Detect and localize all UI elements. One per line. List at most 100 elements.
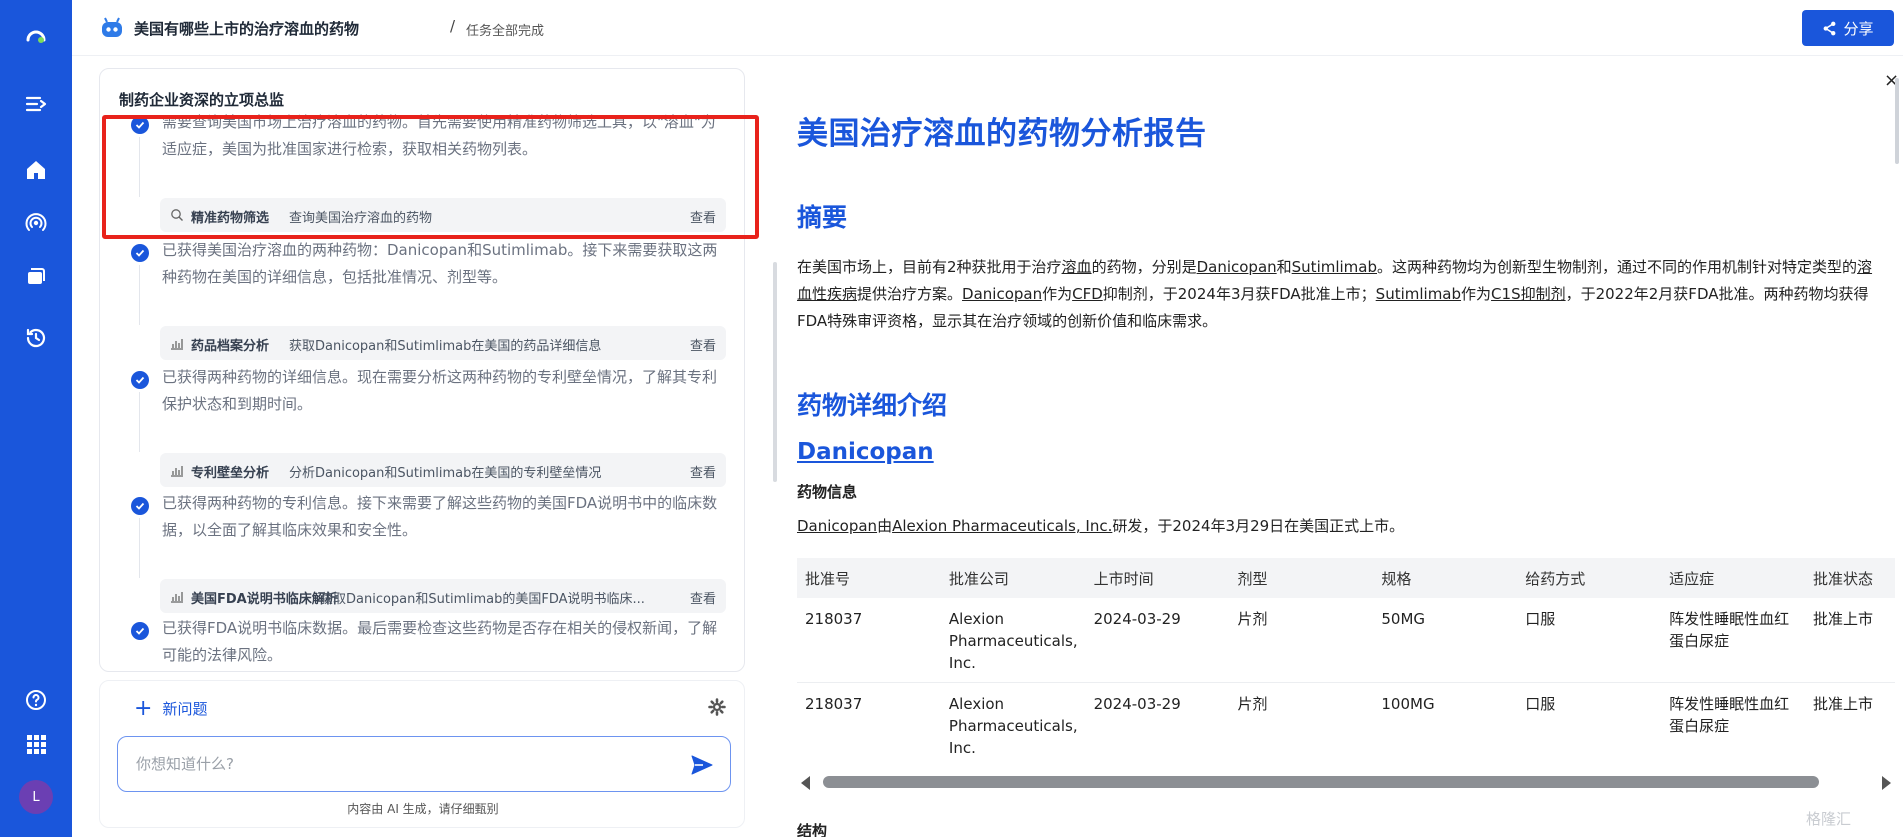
- table-cell: 口服: [1517, 598, 1662, 683]
- step-text: 已获得FDA说明书临床数据。最后需要检查这些药物是否存在相关的侵权新闻，了解可能…: [162, 619, 718, 664]
- text-run: 研发，于2024年3月29日在美国正式上市。: [1112, 517, 1405, 535]
- chart-icon: [171, 592, 183, 603]
- drug-info-heading: 药物信息: [797, 483, 858, 501]
- drug-table: 批准号 批准公司 上市时间 剂型 规格 给药方式 适应症 批准状态 218037…: [797, 558, 1895, 758]
- plus-icon: +: [134, 695, 153, 721]
- view-link[interactable]: 查看: [690, 335, 716, 354]
- table-horizontal-scrollbar[interactable]: [797, 772, 1895, 792]
- tool-description: 分析Danicopan和Sutimlimab在美国的专利壁垒情况: [289, 466, 602, 481]
- column-header: 批准状态: [1805, 558, 1895, 598]
- text-run: 的药物，分别是: [1091, 258, 1197, 276]
- column-header: 上市时间: [1085, 558, 1230, 598]
- table-cell: 50MG: [1373, 598, 1518, 683]
- logo-icon[interactable]: [18, 18, 54, 54]
- view-link[interactable]: 查看: [690, 588, 716, 607]
- view-link[interactable]: 查看: [690, 462, 716, 481]
- summary-heading: 摘要: [797, 203, 848, 232]
- folders-icon[interactable]: [18, 258, 54, 294]
- help-icon[interactable]: [18, 682, 54, 718]
- text-run: 在美国市场上，目前有2种获批用于治疗: [797, 258, 1062, 276]
- table-cell: 2024-03-29: [1085, 682, 1230, 758]
- breadcrumb-separator: /: [450, 17, 456, 35]
- term-link[interactable]: Danicopan: [962, 285, 1042, 303]
- watermark: 格隆汇: [1806, 808, 1851, 829]
- table-row: 218037 Alexion Pharmaceuticals, Inc. 202…: [797, 598, 1895, 683]
- report-title: 美国治疗溶血的药物分析报告: [797, 116, 1207, 152]
- text-run: 和: [1276, 258, 1292, 276]
- term-link[interactable]: 溶血: [1062, 258, 1092, 276]
- expand-sidebar-icon[interactable]: [18, 86, 54, 122]
- question-input-box[interactable]: [117, 736, 731, 792]
- tool-call-row[interactable]: 专利壁垒分析 分析Danicopan和Sutimlimab在美国的专利壁垒情况 …: [160, 453, 726, 487]
- report-scrollbar[interactable]: [1895, 78, 1899, 164]
- table-row: 218037 Alexion Pharmaceuticals, Inc. 202…: [797, 682, 1895, 758]
- new-question-button[interactable]: + 新问题: [134, 695, 208, 721]
- column-header: 适应症: [1661, 558, 1806, 598]
- column-header: 剂型: [1229, 558, 1374, 598]
- step-text: 已获得两种药物的详细信息。现在需要分析这两种药物的专利壁垒情况，了解其专利保护状…: [162, 368, 718, 413]
- text-run: 由: [877, 517, 893, 535]
- timeline-line: [139, 392, 140, 452]
- robot-icon: [102, 17, 122, 37]
- app-root: L 美国有哪些上市的治疗溶血的药物 / 任务全部完成 分享 制药企业资深的立项总…: [0, 0, 1903, 837]
- text-run: 。这两种药物均为创新型生物制剂，通过不同的作用机制针对特定类型的: [1377, 258, 1858, 276]
- table-cell: 批准上市: [1805, 598, 1895, 683]
- scroll-right-arrow-icon[interactable]: [1882, 776, 1891, 790]
- apps-grid-icon[interactable]: [18, 726, 54, 762]
- table-header-row: 批准号 批准公司 上市时间 剂型 规格 给药方式 适应症 批准状态: [797, 558, 1895, 598]
- send-icon[interactable]: [690, 753, 714, 777]
- table-cell: 218037: [797, 682, 941, 758]
- tool-name: 专利壁垒分析: [191, 466, 270, 481]
- column-header: 规格: [1373, 558, 1518, 598]
- detail-heading: 药物详细介绍: [797, 391, 948, 420]
- term-link[interactable]: CFD: [1072, 285, 1103, 303]
- highlight-box: [102, 115, 759, 239]
- tool-name: 药品档案分析: [191, 339, 270, 354]
- text-run: 抑制剂，于2024年3月获FDA批准上市；: [1102, 285, 1376, 303]
- text-run: 作为: [1042, 285, 1073, 303]
- task-status: 任务全部完成: [466, 24, 545, 39]
- left-rail: L: [0, 0, 72, 837]
- home-icon[interactable]: [18, 152, 54, 188]
- history-icon[interactable]: [18, 320, 54, 356]
- check-circle-icon: [131, 371, 149, 389]
- conversation-title: 美国有哪些上市的治疗溶血的药物: [134, 20, 360, 38]
- composer: + 新问题 内容由 AI 生成，请仔细甄别: [99, 680, 745, 828]
- avatar[interactable]: L: [19, 780, 53, 814]
- table-cell: Alexion Pharmaceuticals, Inc.: [940, 598, 1086, 683]
- timeline-line: [139, 265, 140, 325]
- chart-icon: [171, 339, 183, 350]
- drug-intro-line: Danicopan由Alexion Pharmaceuticals, Inc.研…: [797, 515, 1404, 536]
- gear-icon[interactable]: [708, 698, 726, 716]
- term-link[interactable]: Sutimlimab: [1376, 285, 1461, 303]
- term-link[interactable]: C1S抑制剂: [1491, 285, 1566, 303]
- drug-table-container: 批准号 批准公司 上市时间 剂型 规格 给药方式 适应症 批准状态 218037…: [797, 558, 1895, 758]
- text-run: 提供治疗方案。: [857, 285, 963, 303]
- new-question-label: 新问题: [162, 700, 208, 718]
- tool-call-row[interactable]: 药品档案分析 获取Danicopan和Sutimlimab在美国的药品详细信息 …: [160, 326, 726, 360]
- tool-call-row[interactable]: 美国FDA说明书临床解析 获取Danicopan和Sutimlimab的美国FD…: [160, 579, 726, 613]
- next-section-heading: 结构: [797, 822, 828, 837]
- term-link[interactable]: Danicopan: [797, 517, 877, 535]
- summary-paragraph: 在美国市场上，目前有2种获批用于治疗溶血的药物，分别是Danicopan和Sut…: [797, 254, 1887, 335]
- scroll-left-arrow-icon[interactable]: [801, 776, 810, 790]
- text-run: 作为: [1461, 285, 1492, 303]
- tool-description: 获取Danicopan和Sutimlimab在美国的药品详细信息: [289, 339, 602, 354]
- table-cell: 片剂: [1229, 682, 1374, 758]
- table-cell: 2024-03-29: [1085, 598, 1230, 683]
- share-button[interactable]: 分享: [1802, 10, 1894, 46]
- table-cell: Alexion Pharmaceuticals, Inc.: [940, 682, 1086, 758]
- table-cell: 阵发性睡眠性血红蛋白尿症: [1661, 598, 1806, 683]
- scrollbar-thumb[interactable]: [823, 776, 1819, 788]
- table-cell: 100MG: [1373, 682, 1518, 758]
- term-link[interactable]: Alexion Pharmaceuticals, Inc.: [892, 517, 1112, 535]
- term-link[interactable]: Sutimlimab: [1292, 258, 1377, 276]
- drug-name-link[interactable]: Danicopan: [797, 439, 934, 465]
- panel-scrollbar[interactable]: [773, 262, 777, 482]
- term-link[interactable]: Danicopan: [1197, 258, 1277, 276]
- question-input[interactable]: [136, 751, 656, 777]
- top-bar: 美国有哪些上市的治疗溶血的药物 / 任务全部完成 分享: [72, 0, 1903, 56]
- column-header: 给药方式: [1517, 558, 1662, 598]
- column-header: 批准号: [797, 558, 941, 598]
- broadcast-icon[interactable]: [18, 205, 54, 241]
